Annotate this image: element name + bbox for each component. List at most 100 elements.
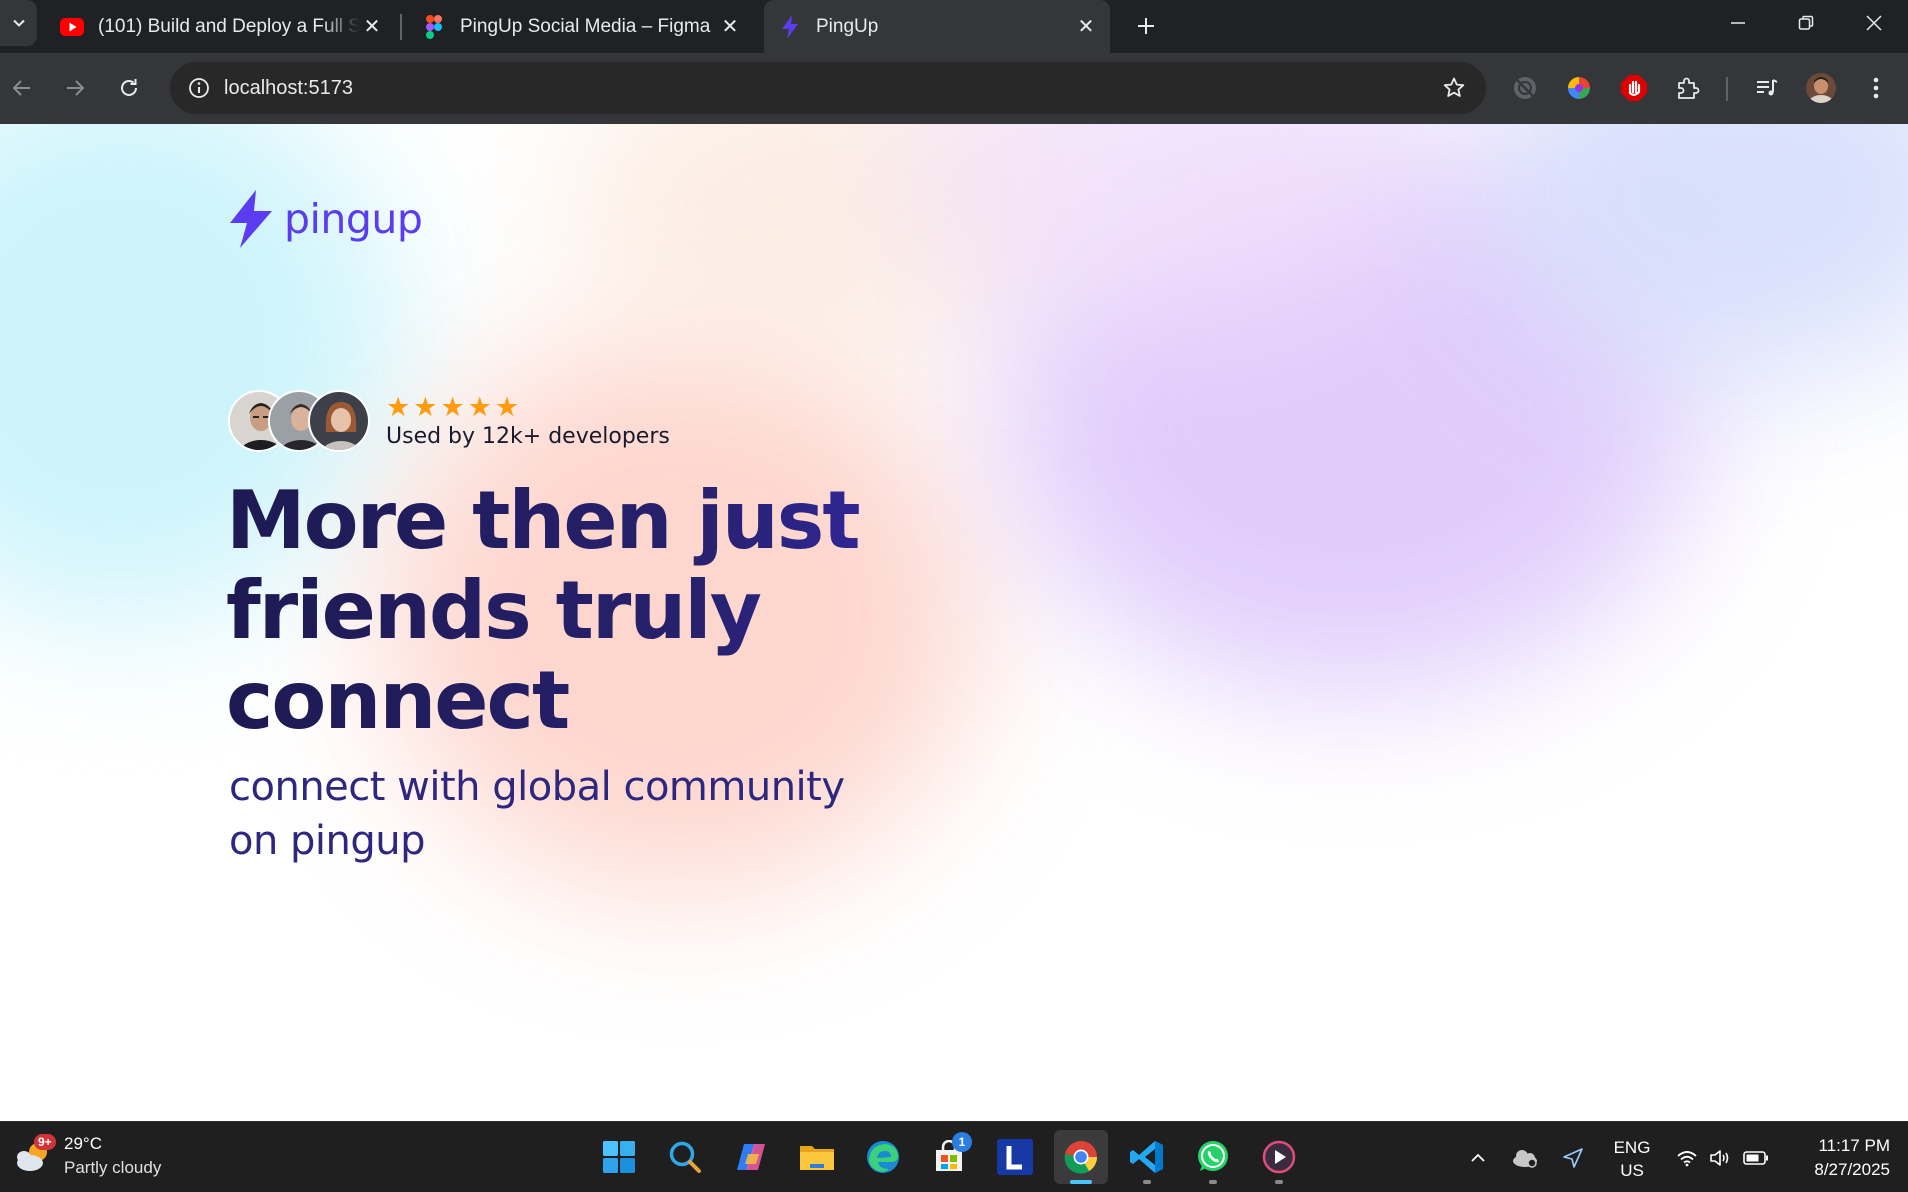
weather-widget[interactable]: 9+ 29°C Partly cloudy bbox=[14, 1132, 161, 1180]
restore-icon bbox=[1798, 15, 1814, 30]
running-indicator bbox=[1275, 1180, 1283, 1184]
arrow-left-icon bbox=[12, 80, 30, 96]
weather-badge: 9+ bbox=[34, 1134, 56, 1150]
url-text[interactable]: localhost:5173 bbox=[224, 62, 353, 114]
address-bar[interactable]: localhost:5173 bbox=[170, 62, 1486, 114]
windows-icon bbox=[603, 1141, 635, 1173]
l-app-icon bbox=[997, 1139, 1033, 1175]
taskbar-chrome[interactable] bbox=[1054, 1130, 1108, 1184]
site-info-icon[interactable] bbox=[182, 71, 216, 105]
forward-button[interactable] bbox=[54, 67, 96, 109]
close-tab-icon[interactable]: ✕ bbox=[718, 15, 742, 39]
headline-line: friends truly bbox=[226, 564, 760, 657]
avatar bbox=[308, 390, 370, 452]
new-tab-button[interactable] bbox=[1128, 8, 1164, 44]
media-player-icon bbox=[1262, 1140, 1296, 1174]
taskbar-copilot[interactable] bbox=[724, 1130, 778, 1184]
toolbar-divider bbox=[1726, 77, 1728, 101]
pingup-logo[interactable]: pingup bbox=[228, 190, 423, 248]
speaker-icon bbox=[1710, 1149, 1729, 1166]
minimize-button[interactable] bbox=[1704, 0, 1772, 46]
taskbar-media-player[interactable] bbox=[1252, 1130, 1306, 1184]
tab-strip: (101) Build and Deploy a Full Sta ✕ Ping… bbox=[0, 0, 1908, 53]
close-window-button[interactable] bbox=[1840, 0, 1908, 46]
taskbar-vscode[interactable] bbox=[1120, 1130, 1174, 1184]
page-viewport: pingup ★ ★ ★ ★ ★ Used by 12k+ developers bbox=[0, 124, 1908, 1121]
chrome-icon bbox=[1064, 1141, 1098, 1174]
taskbar-edge[interactable] bbox=[856, 1130, 910, 1184]
rating-stars: ★ ★ ★ ★ ★ bbox=[386, 391, 670, 423]
start-button[interactable] bbox=[592, 1130, 646, 1184]
rating-block: ★ ★ ★ ★ ★ Used by 12k+ developers bbox=[386, 391, 670, 449]
tab-title: (101) Build and Deploy a Full Sta bbox=[98, 15, 360, 37]
media-control-icon[interactable] bbox=[1751, 72, 1783, 104]
weather-condition: Partly cloudy bbox=[64, 1158, 162, 1177]
hero-headline: More then just friends truly connect bbox=[226, 476, 1086, 746]
close-tab-icon[interactable]: ✕ bbox=[360, 15, 384, 39]
reload-button[interactable] bbox=[108, 67, 150, 109]
location-tray[interactable] bbox=[1556, 1122, 1590, 1192]
star-icon: ★ bbox=[440, 391, 465, 423]
show-hidden-icons[interactable] bbox=[1462, 1122, 1494, 1192]
extensions-puzzle-icon[interactable] bbox=[1672, 72, 1704, 104]
close-tab-icon[interactable]: ✕ bbox=[1074, 15, 1098, 39]
figma-icon bbox=[422, 14, 446, 39]
copilot-icon bbox=[737, 1144, 765, 1170]
onedrive-tray[interactable] bbox=[1508, 1122, 1542, 1192]
bolt-icon bbox=[230, 190, 272, 248]
weather-temp: 29°C bbox=[64, 1134, 102, 1153]
taskbar-l-app[interactable] bbox=[988, 1130, 1042, 1184]
location-arrow-icon bbox=[1563, 1147, 1583, 1168]
battery-tray[interactable] bbox=[1740, 1122, 1772, 1192]
tab-youtube[interactable]: (101) Build and Deploy a Full Sta ✕ bbox=[48, 0, 396, 53]
battery-icon bbox=[1743, 1150, 1768, 1165]
bookmark-star-icon[interactable] bbox=[1440, 74, 1468, 102]
tab-pingup[interactable]: PingUp ✕ bbox=[764, 0, 1110, 53]
tab-title: PingUp Social Media – Figma bbox=[460, 15, 711, 37]
hero-subheadline: connect with global community on pingup bbox=[229, 760, 949, 868]
restore-button[interactable] bbox=[1772, 0, 1840, 46]
notification-badge: 1 bbox=[952, 1132, 972, 1152]
extension-blocker-icon[interactable] bbox=[1509, 72, 1541, 104]
star-icon: ★ bbox=[413, 391, 438, 423]
close-icon bbox=[1866, 15, 1882, 31]
headline-line: More then just bbox=[226, 474, 859, 567]
reload-icon bbox=[121, 79, 137, 96]
extension-color-picker-icon[interactable] bbox=[1563, 72, 1595, 104]
taskbar-microsoft-store[interactable]: 1 bbox=[922, 1130, 976, 1184]
arrow-right-icon bbox=[67, 80, 85, 96]
taskbar-whatsapp[interactable] bbox=[1186, 1130, 1240, 1184]
star-icon: ★ bbox=[494, 391, 520, 423]
running-indicator bbox=[1209, 1180, 1217, 1184]
bolt-icon bbox=[778, 14, 802, 39]
chevron-down-icon bbox=[12, 19, 25, 27]
social-proof: ★ ★ ★ ★ ★ Used by 12k+ developers bbox=[228, 390, 670, 452]
youtube-icon bbox=[60, 15, 84, 39]
profile-avatar[interactable] bbox=[1805, 72, 1837, 104]
user-avatar-group bbox=[228, 390, 373, 452]
input-language[interactable]: ENG US bbox=[1604, 1136, 1660, 1182]
vscode-icon bbox=[1130, 1141, 1163, 1173]
volume-tray[interactable] bbox=[1706, 1122, 1736, 1192]
system-clock[interactable]: 11:17 PM 8/27/2025 bbox=[1790, 1134, 1890, 1182]
taskbar-file-explorer[interactable] bbox=[790, 1130, 844, 1184]
extension-adblock-icon[interactable] bbox=[1618, 72, 1650, 104]
edge-icon bbox=[867, 1141, 899, 1173]
headline-line: connect bbox=[226, 654, 569, 747]
cloud-icon bbox=[1513, 1149, 1537, 1168]
lang-region: US bbox=[1620, 1161, 1644, 1180]
tab-separator bbox=[400, 14, 402, 40]
partly-cloudy-icon: 9+ bbox=[14, 1134, 56, 1176]
taskbar-search[interactable] bbox=[658, 1130, 712, 1184]
whatsapp-icon bbox=[1198, 1141, 1228, 1171]
back-button[interactable] bbox=[1, 67, 43, 109]
folder-icon bbox=[800, 1146, 834, 1170]
tab-figma[interactable]: PingUp Social Media – Figma ✕ bbox=[410, 0, 754, 53]
wifi-tray[interactable] bbox=[1672, 1122, 1702, 1192]
browser-menu-icon[interactable] bbox=[1860, 72, 1892, 104]
clock-time: 11:17 PM bbox=[1818, 1136, 1890, 1155]
active-indicator bbox=[1070, 1180, 1092, 1184]
tab-title: PingUp bbox=[816, 15, 879, 37]
used-by-text: Used by 12k+ developers bbox=[386, 423, 670, 449]
tab-search-button[interactable] bbox=[0, 0, 37, 46]
